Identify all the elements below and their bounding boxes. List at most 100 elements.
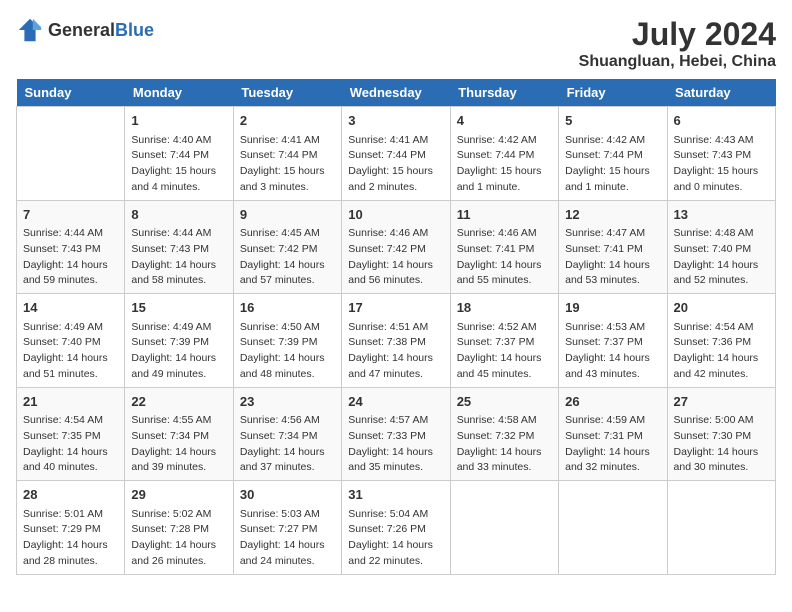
day-number: 5 bbox=[565, 111, 660, 131]
day-number: 25 bbox=[457, 392, 552, 412]
day-number: 8 bbox=[131, 205, 226, 225]
calendar-cell: 27Sunrise: 5:00 AMSunset: 7:30 PMDayligh… bbox=[667, 387, 775, 481]
day-number: 16 bbox=[240, 298, 335, 318]
calendar-cell bbox=[667, 481, 775, 575]
day-number: 22 bbox=[131, 392, 226, 412]
day-number: 13 bbox=[674, 205, 769, 225]
weekday-header: Sunday bbox=[17, 79, 125, 107]
day-number: 3 bbox=[348, 111, 443, 131]
day-info: Sunrise: 5:01 AMSunset: 7:29 PMDaylight:… bbox=[23, 507, 118, 570]
calendar-header-row: SundayMondayTuesdayWednesdayThursdayFrid… bbox=[17, 79, 776, 107]
calendar-cell: 13Sunrise: 4:48 AMSunset: 7:40 PMDayligh… bbox=[667, 200, 775, 294]
calendar-cell: 10Sunrise: 4:46 AMSunset: 7:42 PMDayligh… bbox=[342, 200, 450, 294]
calendar-cell bbox=[17, 107, 125, 201]
day-number: 24 bbox=[348, 392, 443, 412]
day-number: 21 bbox=[23, 392, 118, 412]
day-number: 17 bbox=[348, 298, 443, 318]
day-info: Sunrise: 4:50 AMSunset: 7:39 PMDaylight:… bbox=[240, 320, 335, 383]
calendar-cell: 21Sunrise: 4:54 AMSunset: 7:35 PMDayligh… bbox=[17, 387, 125, 481]
day-info: Sunrise: 4:42 AMSunset: 7:44 PMDaylight:… bbox=[457, 133, 552, 196]
logo: GeneralBlue bbox=[16, 16, 154, 44]
day-info: Sunrise: 4:49 AMSunset: 7:40 PMDaylight:… bbox=[23, 320, 118, 383]
day-number: 27 bbox=[674, 392, 769, 412]
weekday-header: Saturday bbox=[667, 79, 775, 107]
day-info: Sunrise: 5:03 AMSunset: 7:27 PMDaylight:… bbox=[240, 507, 335, 570]
day-info: Sunrise: 4:48 AMSunset: 7:40 PMDaylight:… bbox=[674, 226, 769, 289]
day-number: 30 bbox=[240, 485, 335, 505]
day-number: 20 bbox=[674, 298, 769, 318]
weekday-header: Wednesday bbox=[342, 79, 450, 107]
calendar-cell: 28Sunrise: 5:01 AMSunset: 7:29 PMDayligh… bbox=[17, 481, 125, 575]
weekday-header: Thursday bbox=[450, 79, 558, 107]
day-info: Sunrise: 4:44 AMSunset: 7:43 PMDaylight:… bbox=[131, 226, 226, 289]
calendar-table: SundayMondayTuesdayWednesdayThursdayFrid… bbox=[16, 79, 776, 575]
calendar-cell: 3Sunrise: 4:41 AMSunset: 7:44 PMDaylight… bbox=[342, 107, 450, 201]
day-info: Sunrise: 4:54 AMSunset: 7:35 PMDaylight:… bbox=[23, 413, 118, 476]
calendar-cell: 9Sunrise: 4:45 AMSunset: 7:42 PMDaylight… bbox=[233, 200, 341, 294]
day-number: 2 bbox=[240, 111, 335, 131]
logo-blue-text: Blue bbox=[115, 20, 154, 40]
day-number: 18 bbox=[457, 298, 552, 318]
calendar-cell: 12Sunrise: 4:47 AMSunset: 7:41 PMDayligh… bbox=[559, 200, 667, 294]
weekday-header: Friday bbox=[559, 79, 667, 107]
calendar-cell: 16Sunrise: 4:50 AMSunset: 7:39 PMDayligh… bbox=[233, 294, 341, 388]
day-number: 10 bbox=[348, 205, 443, 225]
day-info: Sunrise: 4:58 AMSunset: 7:32 PMDaylight:… bbox=[457, 413, 552, 476]
day-number: 29 bbox=[131, 485, 226, 505]
day-info: Sunrise: 4:42 AMSunset: 7:44 PMDaylight:… bbox=[565, 133, 660, 196]
day-number: 7 bbox=[23, 205, 118, 225]
day-info: Sunrise: 5:02 AMSunset: 7:28 PMDaylight:… bbox=[131, 507, 226, 570]
day-number: 26 bbox=[565, 392, 660, 412]
day-number: 12 bbox=[565, 205, 660, 225]
logo-general-text: General bbox=[48, 20, 115, 40]
day-info: Sunrise: 4:47 AMSunset: 7:41 PMDaylight:… bbox=[565, 226, 660, 289]
calendar-week-row: 7Sunrise: 4:44 AMSunset: 7:43 PMDaylight… bbox=[17, 200, 776, 294]
calendar-cell: 23Sunrise: 4:56 AMSunset: 7:34 PMDayligh… bbox=[233, 387, 341, 481]
day-info: Sunrise: 5:00 AMSunset: 7:30 PMDaylight:… bbox=[674, 413, 769, 476]
day-number: 9 bbox=[240, 205, 335, 225]
calendar-cell: 26Sunrise: 4:59 AMSunset: 7:31 PMDayligh… bbox=[559, 387, 667, 481]
calendar-week-row: 14Sunrise: 4:49 AMSunset: 7:40 PMDayligh… bbox=[17, 294, 776, 388]
day-info: Sunrise: 4:51 AMSunset: 7:38 PMDaylight:… bbox=[348, 320, 443, 383]
calendar-cell: 24Sunrise: 4:57 AMSunset: 7:33 PMDayligh… bbox=[342, 387, 450, 481]
weekday-header: Monday bbox=[125, 79, 233, 107]
calendar-cell: 14Sunrise: 4:49 AMSunset: 7:40 PMDayligh… bbox=[17, 294, 125, 388]
calendar-cell: 18Sunrise: 4:52 AMSunset: 7:37 PMDayligh… bbox=[450, 294, 558, 388]
calendar-cell: 1Sunrise: 4:40 AMSunset: 7:44 PMDaylight… bbox=[125, 107, 233, 201]
calendar-week-row: 1Sunrise: 4:40 AMSunset: 7:44 PMDaylight… bbox=[17, 107, 776, 201]
day-info: Sunrise: 4:55 AMSunset: 7:34 PMDaylight:… bbox=[131, 413, 226, 476]
calendar-cell: 4Sunrise: 4:42 AMSunset: 7:44 PMDaylight… bbox=[450, 107, 558, 201]
day-number: 31 bbox=[348, 485, 443, 505]
day-info: Sunrise: 4:45 AMSunset: 7:42 PMDaylight:… bbox=[240, 226, 335, 289]
day-info: Sunrise: 4:46 AMSunset: 7:42 PMDaylight:… bbox=[348, 226, 443, 289]
day-number: 19 bbox=[565, 298, 660, 318]
day-info: Sunrise: 4:49 AMSunset: 7:39 PMDaylight:… bbox=[131, 320, 226, 383]
month-year-title: July 2024 bbox=[579, 16, 776, 53]
day-info: Sunrise: 4:52 AMSunset: 7:37 PMDaylight:… bbox=[457, 320, 552, 383]
day-number: 6 bbox=[674, 111, 769, 131]
day-info: Sunrise: 4:57 AMSunset: 7:33 PMDaylight:… bbox=[348, 413, 443, 476]
calendar-cell: 22Sunrise: 4:55 AMSunset: 7:34 PMDayligh… bbox=[125, 387, 233, 481]
day-number: 11 bbox=[457, 205, 552, 225]
day-number: 15 bbox=[131, 298, 226, 318]
day-number: 23 bbox=[240, 392, 335, 412]
day-info: Sunrise: 4:40 AMSunset: 7:44 PMDaylight:… bbox=[131, 133, 226, 196]
calendar-cell: 6Sunrise: 4:43 AMSunset: 7:43 PMDaylight… bbox=[667, 107, 775, 201]
day-info: Sunrise: 4:43 AMSunset: 7:43 PMDaylight:… bbox=[674, 133, 769, 196]
calendar-cell bbox=[450, 481, 558, 575]
location-subtitle: Shuangluan, Hebei, China bbox=[579, 53, 776, 71]
day-info: Sunrise: 4:41 AMSunset: 7:44 PMDaylight:… bbox=[348, 133, 443, 196]
day-info: Sunrise: 5:04 AMSunset: 7:26 PMDaylight:… bbox=[348, 507, 443, 570]
day-info: Sunrise: 4:44 AMSunset: 7:43 PMDaylight:… bbox=[23, 226, 118, 289]
calendar-week-row: 28Sunrise: 5:01 AMSunset: 7:29 PMDayligh… bbox=[17, 481, 776, 575]
logo-icon bbox=[16, 16, 44, 44]
day-info: Sunrise: 4:46 AMSunset: 7:41 PMDaylight:… bbox=[457, 226, 552, 289]
day-number: 1 bbox=[131, 111, 226, 131]
page-header: GeneralBlue July 2024 Shuangluan, Hebei,… bbox=[16, 16, 776, 71]
calendar-cell: 7Sunrise: 4:44 AMSunset: 7:43 PMDaylight… bbox=[17, 200, 125, 294]
day-info: Sunrise: 4:59 AMSunset: 7:31 PMDaylight:… bbox=[565, 413, 660, 476]
day-number: 4 bbox=[457, 111, 552, 131]
day-number: 14 bbox=[23, 298, 118, 318]
weekday-header: Tuesday bbox=[233, 79, 341, 107]
day-number: 28 bbox=[23, 485, 118, 505]
